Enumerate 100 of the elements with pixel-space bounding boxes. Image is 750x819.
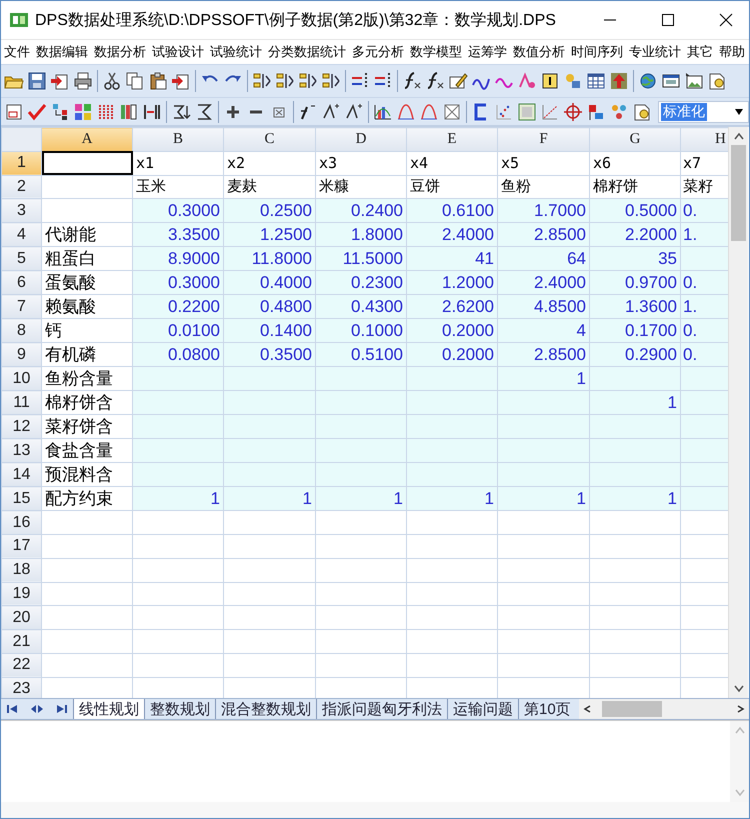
table-cell[interactable]: 1 <box>224 486 316 511</box>
row-header[interactable]: 3 <box>2 198 42 223</box>
menu-item[interactable]: 数值分析 <box>510 41 568 63</box>
table-cell[interactable]: 4 <box>498 318 590 343</box>
table-cell[interactable]: 菜籽饼含 <box>42 414 132 439</box>
save-icon[interactable] <box>26 70 48 92</box>
table-cell[interactable]: 配方约束 <box>42 486 132 511</box>
table-cell[interactable]: 0.4000 <box>224 270 316 295</box>
table-cell[interactable]: 2.8500 <box>498 222 590 247</box>
column-header[interactable]: C <box>224 128 316 152</box>
table-cell[interactable]: 棉籽饼含 <box>42 390 132 415</box>
row-header[interactable]: 10 <box>2 366 42 391</box>
menu-item[interactable]: 试验设计 <box>149 41 207 63</box>
row-header[interactable]: 11 <box>2 390 42 415</box>
table-cell[interactable]: 1 <box>498 366 590 391</box>
table-cell[interactable]: 0. <box>680 270 728 295</box>
method-dropdown[interactable]: 标准化 <box>658 100 749 122</box>
table-cell[interactable]: 11.8000 <box>224 246 316 271</box>
row-header[interactable]: 21 <box>2 630 42 654</box>
crosshair-icon[interactable] <box>562 100 584 122</box>
table-cell[interactable]: 3.3500 <box>132 222 224 247</box>
table-cell[interactable]: 0.3000 <box>132 270 224 295</box>
menu-item[interactable]: 多元分析 <box>349 41 407 63</box>
table-cell[interactable]: 0.9700 <box>590 270 680 295</box>
menu-item[interactable]: 数据编辑 <box>33 41 91 63</box>
table-cell[interactable]: 0.0800 <box>132 342 224 367</box>
table-cell[interactable]: x6 <box>590 151 680 176</box>
table-cell[interactable]: 蛋氨酸 <box>42 270 132 295</box>
table-cell[interactable]: 0. <box>680 318 728 343</box>
menu-item[interactable]: 分类数据统计 <box>265 41 349 63</box>
table-cell[interactable]: 1 <box>406 486 498 511</box>
row-header[interactable]: 9 <box>2 342 42 367</box>
row-header[interactable]: 18 <box>2 558 42 582</box>
table-cell[interactable]: 预混料含 <box>42 462 132 487</box>
table-cell[interactable]: 1. <box>680 222 728 247</box>
table-cell[interactable]: 0.1400 <box>224 318 316 343</box>
table-cell[interactable] <box>42 151 132 176</box>
menu-item[interactable]: 数据分析 <box>91 41 149 63</box>
table-cell[interactable]: 1 <box>590 486 680 511</box>
row-header[interactable]: 19 <box>2 582 42 606</box>
table-cell[interactable]: 64 <box>498 246 590 271</box>
row-header[interactable]: 4 <box>2 222 42 247</box>
table-cell[interactable]: 0.4800 <box>224 294 316 319</box>
table-cell[interactable]: 1 <box>132 486 224 511</box>
scroll-thumb[interactable] <box>731 145 746 241</box>
table-cell[interactable]: 0.1000 <box>316 318 406 343</box>
table-cell[interactable]: 1 <box>316 486 406 511</box>
table-cell[interactable]: 1.2500 <box>224 222 316 247</box>
column-header[interactable]: B <box>132 128 224 152</box>
menu-item[interactable]: 专业统计 <box>626 41 684 63</box>
scroll-thumb[interactable] <box>602 701 662 717</box>
row-header[interactable]: 12 <box>2 414 42 439</box>
sheet-tab[interactable]: 线性规划 <box>73 699 144 719</box>
column-header[interactable]: H <box>680 128 728 152</box>
table-cell[interactable]: 1. <box>680 294 728 319</box>
corner-cell[interactable] <box>2 128 42 152</box>
table-cell[interactable]: 2.4000 <box>406 222 498 247</box>
table-cell[interactable]: 有机磷 <box>42 342 132 367</box>
table-cell[interactable]: 2.2000 <box>590 222 680 247</box>
table-cell[interactable]: 0.2200 <box>132 294 224 319</box>
table-cell[interactable]: 0.2400 <box>316 198 406 223</box>
table-cell[interactable]: 2.4000 <box>498 270 590 295</box>
row-header[interactable]: 16 <box>2 510 42 534</box>
table-cell[interactable]: 2.6200 <box>406 294 498 319</box>
row-header[interactable]: 8 <box>2 318 42 343</box>
column-header[interactable]: A <box>42 128 132 152</box>
table-cell[interactable]: 1.7000 <box>498 198 590 223</box>
row-header[interactable]: 20 <box>2 606 42 630</box>
table-cell[interactable]: 0. <box>680 342 728 367</box>
table-cell[interactable]: 35 <box>590 246 680 271</box>
table-cell[interactable]: 代谢能 <box>42 222 132 247</box>
frame-icon[interactable] <box>516 100 538 122</box>
table-cell[interactable]: 41 <box>406 246 498 271</box>
table-cell[interactable]: 0.2000 <box>406 342 498 367</box>
table-cell[interactable]: 0.5100 <box>316 342 406 367</box>
table-cell[interactable]: 0.3000 <box>132 198 224 223</box>
menu-item[interactable]: 数学模型 <box>407 41 465 63</box>
table-cell[interactable]: 0. <box>680 198 728 223</box>
row-header[interactable]: 23 <box>2 677 42 698</box>
column-header[interactable]: E <box>406 128 498 152</box>
table-cell[interactable]: 鱼粉含量 <box>42 366 132 391</box>
table-cell[interactable]: 1.8000 <box>316 222 406 247</box>
column-header[interactable]: G <box>590 128 680 152</box>
table-cell[interactable]: x3 <box>316 151 406 176</box>
vertical-scrollbar[interactable] <box>728 127 748 698</box>
table-cell[interactable]: 1.2000 <box>406 270 498 295</box>
maximize-icon[interactable] <box>661 13 675 27</box>
table-cell[interactable]: 0.3500 <box>224 342 316 367</box>
row-header[interactable]: 6 <box>2 270 42 295</box>
print-icon[interactable] <box>72 70 94 92</box>
table-cell[interactable]: x1 <box>132 151 224 176</box>
table-cell[interactable]: 11.5000 <box>316 246 406 271</box>
table-cell[interactable]: 0.2900 <box>590 342 680 367</box>
table-cell[interactable]: 1 <box>498 486 590 511</box>
menu-item[interactable]: 试验统计 <box>207 41 265 63</box>
table-cell[interactable]: x5 <box>498 151 590 176</box>
table-cell[interactable]: 粗蛋白 <box>42 246 132 271</box>
table-cell[interactable]: 8.9000 <box>132 246 224 271</box>
row-header[interactable]: 1 <box>2 151 42 176</box>
row-header[interactable]: 5 <box>2 246 42 271</box>
